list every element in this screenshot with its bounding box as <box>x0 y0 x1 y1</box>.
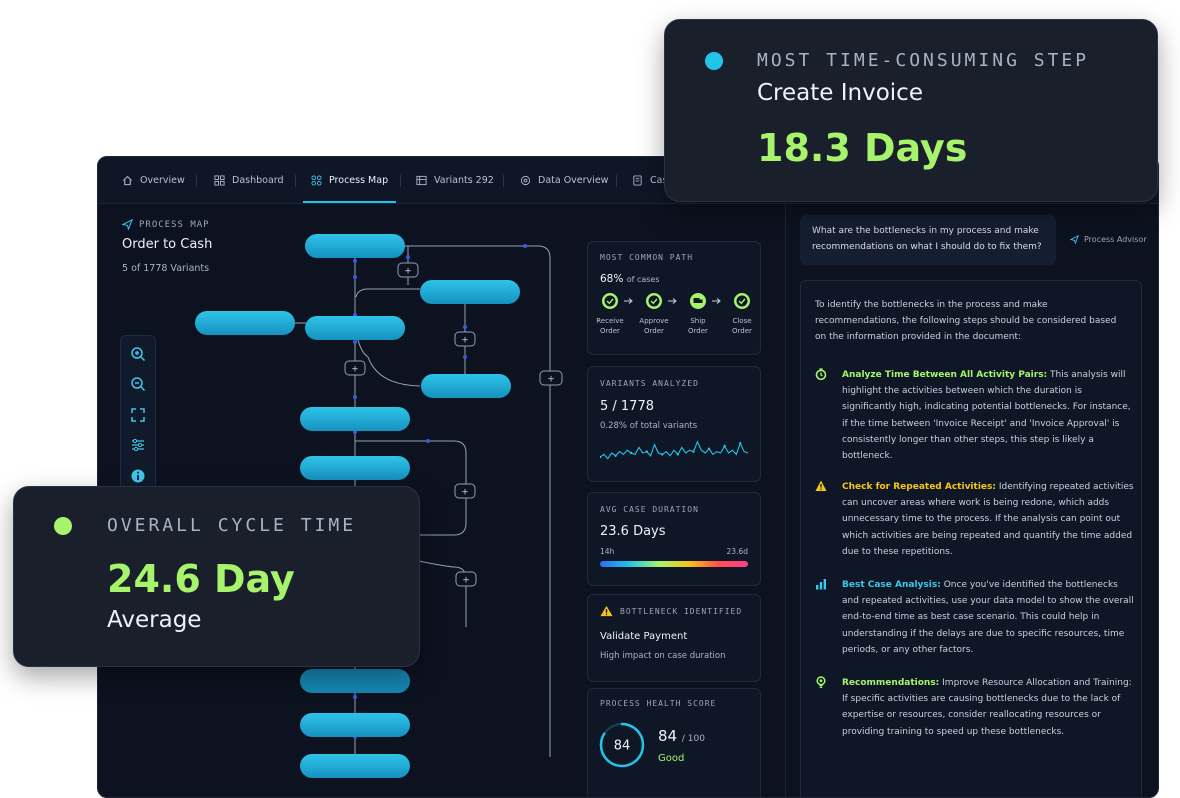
health-score-gauge: 84 <box>599 722 645 768</box>
check-circle-icon <box>602 293 618 309</box>
answer-intro: To identify the bottlenecks in the proce… <box>815 300 1117 343</box>
percent-suffix: of cases <box>626 275 660 284</box>
advisor-name: Process Advisor <box>1084 235 1147 244</box>
sparkline-line <box>600 440 748 460</box>
svg-text:+: + <box>461 336 469 346</box>
process-node[interactable] <box>300 407 410 431</box>
sparkline-point <box>676 453 680 456</box>
card-title: MOST TIME-CONSUMING STEP <box>757 50 1090 71</box>
process-node[interactable] <box>305 316 405 340</box>
svg-text:+: + <box>404 267 412 277</box>
card-label: PROCESS HEALTH SCORE <box>600 699 717 708</box>
step-label: Receive Order <box>596 317 624 335</box>
sparkline-point <box>614 454 617 457</box>
app-window: Overview Dashboard Process Map Variants … <box>97 156 1159 798</box>
user-question-bubble: What are the bottlenecks in my process a… <box>800 215 1056 265</box>
step-duration: 18.3 Days <box>757 126 968 170</box>
step-name: Create Invoice <box>757 80 923 106</box>
duration-value: 23.6 Days <box>600 524 666 539</box>
common-path-percent: 68% of cases <box>600 273 660 285</box>
sparkline-point <box>739 442 742 445</box>
info-icon[interactable] <box>130 468 146 484</box>
svg-text:+: + <box>462 576 470 586</box>
most-time-consuming-step-card: MOST TIME-CONSUMING STEP Create Invoice … <box>664 19 1158 202</box>
common-path-steps <box>602 293 750 309</box>
sparkline-point <box>692 450 695 453</box>
duration-min-label: 14h <box>600 547 615 556</box>
process-node[interactable] <box>420 280 520 304</box>
variants-sparkline <box>600 440 748 460</box>
lightbulb-icon <box>816 676 826 688</box>
process-node[interactable] <box>421 374 511 398</box>
process-node[interactable] <box>305 234 405 258</box>
cycle-time-sub: Average <box>107 607 202 633</box>
svg-text:+: + <box>461 488 469 498</box>
answer-text: Recommendations: Improve Resource Alloca… <box>842 678 1132 737</box>
duration-gradient-bar <box>600 561 748 567</box>
answer-text: Check for Repeated Activities: Identifyi… <box>842 482 1134 557</box>
variants-value: 5 / 1778 <box>600 399 654 414</box>
filter-sliders-icon[interactable] <box>130 437 146 453</box>
stopwatch-icon <box>815 368 827 380</box>
card-label: MOST COMMON PATH <box>600 253 694 262</box>
warning-icon <box>600 605 613 617</box>
cases-icon <box>633 174 642 186</box>
send-icon <box>1070 235 1079 244</box>
sparkline-point <box>707 447 711 450</box>
map-toolbar <box>120 335 156 497</box>
card-title: OVERALL CYCLE TIME <box>107 515 357 536</box>
health-status: Good <box>658 753 685 764</box>
advisor-answer: To identify the bottlenecks in the proce… <box>800 280 1142 797</box>
fit-view-icon[interactable] <box>130 407 146 423</box>
cycle-time-value: 24.6 Day <box>107 557 295 601</box>
most-common-path-card: MOST COMMON PATH 68% of cases Receive Ord… <box>587 241 761 355</box>
health-value: 84 <box>658 727 678 745</box>
step-label: Approve Order <box>639 317 669 335</box>
answer-text: Analyze Time Between All Activity Pairs:… <box>842 370 1131 462</box>
bottleneck-card: BOTTLENECK IDENTIFIED Validate Payment H… <box>587 594 761 682</box>
tab-cases[interactable]: Cas <box>632 157 667 203</box>
process-health-card: PROCESS HEALTH SCORE 84 84 / 100 Good <box>587 688 761 797</box>
advisor-label: Process Advisor <box>1070 235 1147 244</box>
warning-icon <box>815 480 827 491</box>
step-label: Close Order <box>732 317 752 335</box>
answer-text: Best Case Analysis: Once you've identifi… <box>842 580 1134 655</box>
svg-text:+: + <box>351 365 359 375</box>
duration-max-label: 23.6d <box>726 547 748 556</box>
check-circle-icon <box>646 293 662 309</box>
status-dot <box>54 517 72 535</box>
process-flow-diagram: + + + + + + <box>195 234 563 778</box>
variants-sub: 0.28% of total variants <box>600 421 698 431</box>
overall-cycle-time-card: OVERALL CYCLE TIME 24.6 Day Average <box>13 486 420 667</box>
status-dot <box>705 52 723 70</box>
gauge-score: 84 <box>614 739 631 754</box>
zoom-out-icon[interactable] <box>130 376 146 392</box>
health-max: / 100 <box>681 734 705 744</box>
svg-text:+: + <box>547 375 555 385</box>
zoom-in-icon[interactable] <box>130 346 146 362</box>
step-label: Ship Order <box>688 317 708 335</box>
sparkline-point <box>661 453 664 456</box>
bottleneck-sub: High impact on case duration <box>600 651 726 661</box>
process-node[interactable] <box>300 669 410 693</box>
process-node[interactable] <box>300 456 410 480</box>
sparkline-point <box>723 444 726 448</box>
avg-case-duration-card: AVG CASE DURATION 23.6 Days 14h 23.6d <box>587 492 761 586</box>
card-label: AVG CASE DURATION <box>600 505 699 514</box>
card-label: BOTTLENECK IDENTIFIED <box>620 606 743 616</box>
bottleneck-step: Validate Payment <box>600 631 688 642</box>
variants-analyzed-card: VARIANTS ANALYZED 5 / 1778 0.28% of tota… <box>587 366 761 482</box>
sparkline-point <box>629 451 633 455</box>
advisor-chat-panel: What are the bottlenecks in my process a… <box>785 203 1158 797</box>
process-node[interactable] <box>195 311 295 335</box>
bar-chart-icon <box>816 579 826 590</box>
process-node[interactable] <box>300 754 410 778</box>
truck-icon <box>690 293 706 309</box>
process-node[interactable] <box>300 713 410 737</box>
card-label: VARIANTS ANALYZED <box>600 379 699 388</box>
percent-value: 68% <box>600 273 624 285</box>
check-circle-icon <box>734 293 750 309</box>
health-score-text: 84 / 100 <box>658 727 705 745</box>
sparkline-point <box>645 450 648 453</box>
